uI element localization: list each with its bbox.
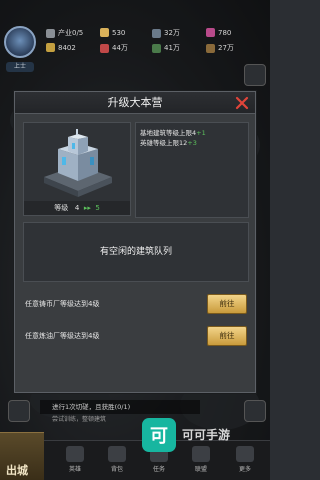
headquarters-building-icon — [44, 129, 112, 197]
level-indicator: 等级 4 ▸▸ 5 — [24, 201, 130, 215]
dialog-header: 升级大本营 — [15, 92, 255, 114]
requirement-row: 任意铸币厂等级达到4级 前往 — [23, 294, 249, 316]
upgrade-effects-panel: 基地建筑等级上限4+1 英雄等级上限12+3 — [135, 122, 249, 218]
requirement-text: 任意炼油厂等级达到4级 — [25, 332, 100, 340]
player-avatar[interactable] — [4, 26, 36, 58]
nav-backpack[interactable]: 背包 — [104, 446, 130, 476]
gold-icon — [100, 28, 109, 37]
effect-item: 基地建筑等级上限4+1 — [140, 129, 206, 137]
factory-icon — [46, 28, 55, 38]
gem-icon — [206, 28, 215, 37]
building-preview: 等级 4 ▸▸ 5 — [23, 122, 131, 216]
resource-steel: 44万 — [100, 43, 128, 53]
build-queue-panel: 有空闲的建筑队列 — [23, 222, 249, 282]
resource-industry: 产业0/5 — [46, 28, 83, 38]
food-icon — [152, 43, 161, 53]
build-queue-status: 有空闲的建筑队列 — [99, 247, 172, 257]
nav-heroes[interactable]: 英雄 — [62, 446, 88, 476]
close-button[interactable] — [233, 94, 251, 112]
quest-tracker[interactable]: 进行1次切磋，且获胜(0/1) — [40, 400, 200, 414]
watermark-logo: 可 — [142, 418, 176, 452]
goto-button[interactable]: 前往 — [207, 294, 247, 314]
close-icon — [235, 96, 249, 110]
chat-button[interactable] — [8, 400, 30, 422]
effect-item: 英雄等级上限12+3 — [140, 139, 197, 147]
player-rank-badge: 上士 — [6, 62, 34, 72]
power-icon — [46, 43, 55, 52]
goto-button[interactable]: 前往 — [207, 326, 247, 346]
requirement-text: 任意铸币厂等级达到4级 — [25, 300, 100, 308]
steel-icon — [100, 43, 109, 53]
alliance-icon — [192, 446, 210, 462]
backpack-icon — [108, 446, 126, 462]
oil-icon — [152, 28, 161, 38]
upgrade-headquarters-dialog: 升级大本营 等级 4 ▸▸ 5 基地建筑等级上限4+1 英雄等级上限12+3 有… — [14, 91, 256, 393]
mail-button[interactable] — [244, 64, 266, 86]
quest-tracker-secondary[interactable]: 尝试训练，整顿建筑 — [40, 414, 200, 426]
event-button[interactable] — [244, 400, 266, 422]
watermark-text: 可可手游 — [182, 428, 231, 442]
exit-city-label: 出城 — [6, 464, 28, 477]
requirement-row: 任意炼油厂等级达到4级 前往 — [23, 326, 249, 348]
svg-text:可: 可 — [150, 426, 168, 447]
top-hud: 上士 产业0/5 530 32万 780 8402 44万 41万 27万 — [0, 0, 270, 72]
hero-icon — [66, 446, 84, 462]
resource-power: 8402 — [46, 43, 76, 52]
resource-food: 41万 — [152, 43, 180, 53]
resource-wood: 27万 — [206, 43, 234, 53]
nav-alliance[interactable]: 联盟 — [188, 446, 214, 476]
resource-oil: 32万 — [152, 28, 180, 38]
resource-gold: 530 — [100, 28, 125, 37]
nav-more[interactable]: 更多 — [232, 446, 258, 476]
resource-gems: 780 — [206, 28, 231, 37]
level-up-arrow-icon: ▸▸ — [83, 204, 91, 212]
dialog-title: 升级大本营 — [107, 96, 163, 109]
more-icon — [236, 446, 254, 462]
wood-icon — [206, 43, 215, 53]
watermark-logo-icon: 可 — [150, 426, 168, 447]
